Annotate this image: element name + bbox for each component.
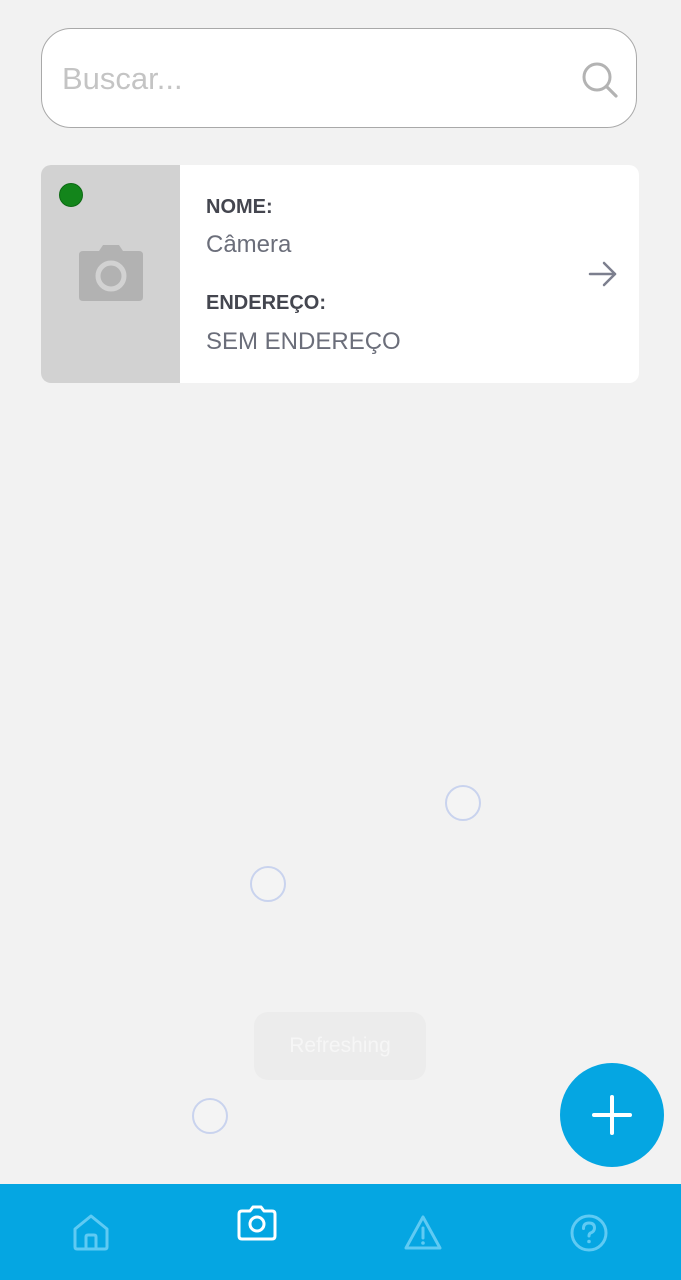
arrow-right-icon[interactable] <box>587 259 619 289</box>
device-card[interactable]: NOME: Câmera ENDEREÇO: SEM ENDEREÇO <box>41 165 639 383</box>
warning-icon <box>404 1215 442 1250</box>
refreshing-toast: Refreshing <box>254 1012 426 1080</box>
camera-icon <box>237 1205 277 1241</box>
name-label: NOME: <box>206 196 273 218</box>
touch-ripple <box>192 1098 228 1134</box>
touch-ripple <box>250 866 286 902</box>
nav-alerts[interactable] <box>393 1203 453 1263</box>
nav-help[interactable] <box>559 1203 619 1263</box>
status-online-indicator <box>59 183 83 207</box>
search-input[interactable] <box>60 53 564 105</box>
plus-icon <box>592 1095 632 1135</box>
nav-cameras[interactable] <box>227 1193 287 1253</box>
nav-home[interactable] <box>61 1202 121 1262</box>
device-thumbnail <box>41 165 180 383</box>
device-name: Câmera <box>206 231 292 258</box>
address-label: ENDEREÇO: <box>206 292 327 314</box>
search-icon[interactable] <box>580 60 620 100</box>
home-icon <box>73 1214 109 1251</box>
touch-ripple <box>445 785 481 821</box>
help-icon <box>570 1214 608 1252</box>
bottom-navigation <box>0 1184 681 1280</box>
device-address: SEM ENDEREÇO <box>206 328 401 355</box>
search-bar[interactable] <box>41 28 637 128</box>
add-device-button[interactable] <box>560 1063 664 1167</box>
camera-icon <box>79 245 143 301</box>
